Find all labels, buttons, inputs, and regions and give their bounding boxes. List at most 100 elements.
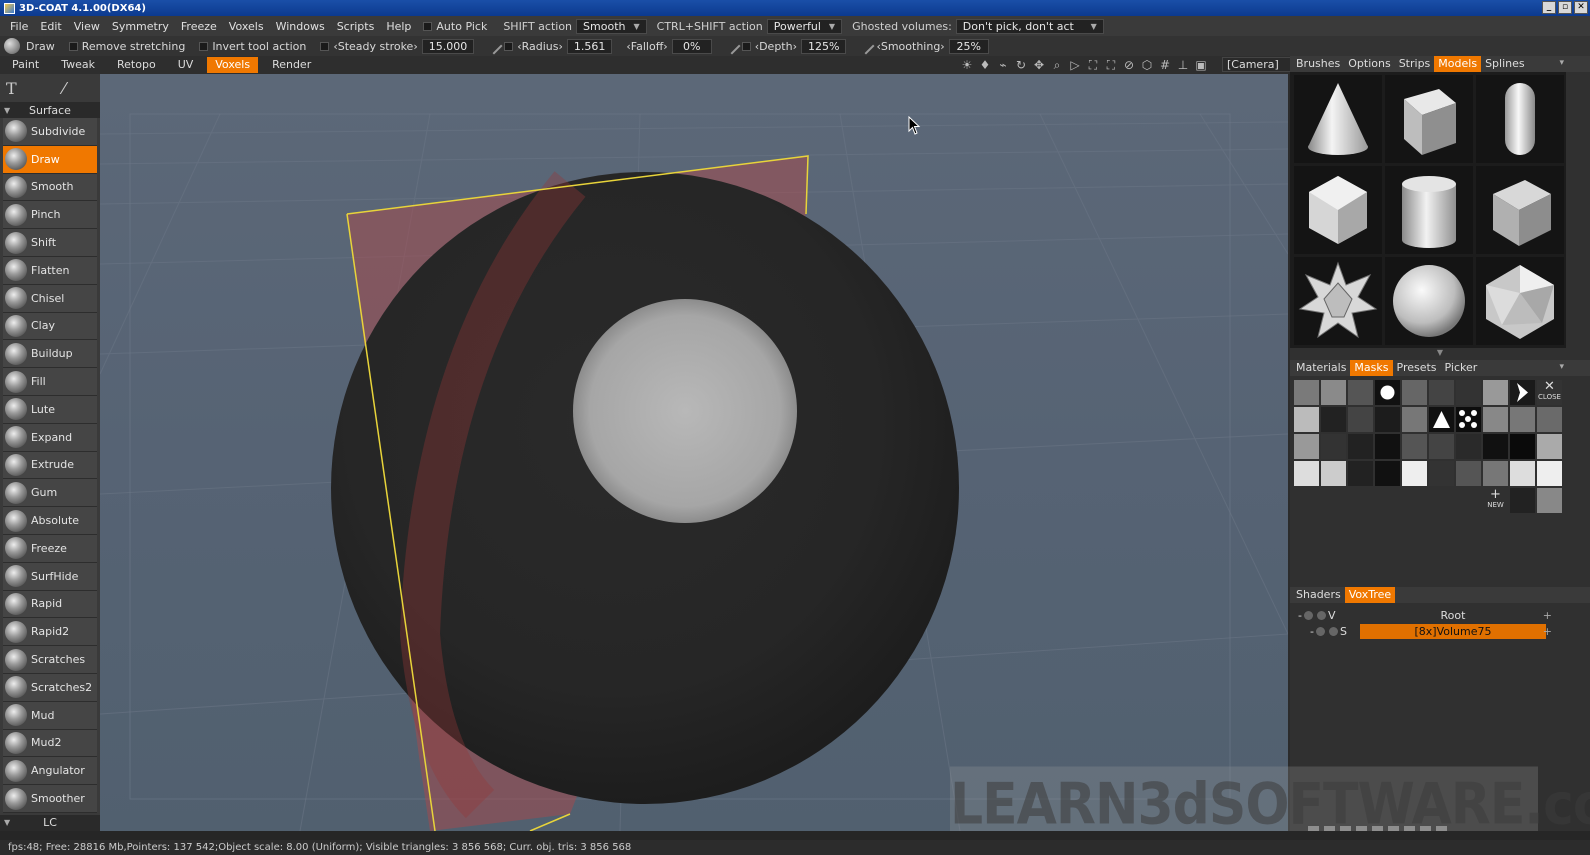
rotate-icon[interactable]: ↻: [1014, 58, 1028, 72]
remove-stretching-checkbox[interactable]: [68, 41, 78, 51]
smoothing-control[interactable]: ‹Smoothing› 25%: [857, 37, 989, 55]
tool-scratches2[interactable]: Scratches2: [3, 673, 97, 702]
ghost-icon[interactable]: [1328, 626, 1338, 636]
room-tab-uv[interactable]: UV: [170, 57, 202, 73]
tab-brushes[interactable]: Brushes: [1292, 56, 1344, 72]
model-hexagon-prism[interactable]: [1294, 166, 1382, 254]
pen-pressure-icon[interactable]: [857, 37, 875, 55]
lc-section-header[interactable]: ▼ LC: [0, 814, 100, 831]
tool-smooth[interactable]: Smooth: [3, 173, 97, 202]
mask-thumbnail[interactable]: [1429, 407, 1454, 432]
tool-freeze[interactable]: Freeze: [3, 534, 97, 563]
steady-stroke-control[interactable]: ‹Steady stroke› 15.000: [320, 38, 475, 54]
move-icon[interactable]: ✥: [1032, 58, 1046, 72]
mask-thumbnail[interactable]: [1402, 380, 1427, 405]
cube-icon[interactable]: ⬡: [1140, 58, 1154, 72]
menu-scripts[interactable]: Scripts: [331, 20, 381, 33]
mask-thumbnail[interactable]: [1537, 407, 1562, 432]
fullscreen-icon[interactable]: ▣: [1194, 58, 1208, 72]
mask-thumbnail[interactable]: [1429, 461, 1454, 486]
visibility-eye-icon[interactable]: [1315, 626, 1325, 636]
tool-pinch[interactable]: Pinch: [3, 201, 97, 230]
tool-surfhide[interactable]: SurfHide: [3, 562, 97, 591]
tab-presets[interactable]: Presets: [1393, 360, 1441, 376]
shift-action-dropdown[interactable]: Smooth ▼: [576, 18, 647, 34]
model-sphere[interactable]: [1385, 257, 1473, 345]
brush-icon[interactable]: ⌁: [996, 58, 1010, 72]
room-tab-paint[interactable]: Paint: [4, 57, 47, 73]
steady-stroke-checkbox[interactable]: [320, 41, 330, 51]
tool-lute[interactable]: Lute: [3, 395, 97, 424]
menu-file[interactable]: File: [4, 20, 34, 33]
zoom-icon[interactable]: ⌕: [1050, 58, 1064, 72]
ghosted-volumes-dropdown[interactable]: Don't pick, don't act ▼: [955, 18, 1104, 34]
grid-icon[interactable]: #: [1158, 58, 1172, 72]
mask-thumbnail[interactable]: [1537, 488, 1562, 513]
voxtree-row-volume[interactable]: - S [8x]Volume75 +: [1292, 623, 1588, 639]
mask-thumbnail[interactable]: [1537, 434, 1562, 459]
model-cube[interactable]: [1385, 75, 1473, 163]
menu-symmetry[interactable]: Symmetry: [106, 20, 175, 33]
model-cone[interactable]: [1294, 75, 1382, 163]
menu-freeze[interactable]: Freeze: [175, 20, 223, 33]
tool-rapid[interactable]: Rapid: [3, 590, 97, 619]
radius-value[interactable]: 1.561: [566, 38, 613, 54]
light-bulb-icon[interactable]: ♦: [978, 58, 992, 72]
mask-thumbnail[interactable]: [1348, 434, 1373, 459]
mask-thumbnail[interactable]: [1375, 380, 1400, 405]
mask-thumbnail[interactable]: [1321, 407, 1346, 432]
add-icon[interactable]: +: [1543, 625, 1552, 638]
mask-thumbnail[interactable]: [1375, 461, 1400, 486]
radius-checkbox[interactable]: [504, 41, 514, 51]
mask-thumbnail[interactable]: [1321, 461, 1346, 486]
mask-thumbnail[interactable]: [1429, 434, 1454, 459]
mask-thumbnail[interactable]: [1348, 461, 1373, 486]
radius-control[interactable]: ‹Radius› 1.561: [485, 37, 613, 55]
mask-thumbnail[interactable]: [1348, 380, 1373, 405]
tool-mud[interactable]: Mud: [3, 701, 97, 730]
pen-icon[interactable]: ⁄: [63, 79, 66, 98]
tool-expand[interactable]: Expand: [3, 423, 97, 452]
mask-thumbnail[interactable]: [1510, 380, 1535, 405]
tab-strips[interactable]: Strips: [1395, 56, 1435, 72]
depth-control[interactable]: ‹Depth› 125%: [723, 37, 847, 55]
close-window-button[interactable]: ✕: [1574, 1, 1588, 14]
mask-thumbnail[interactable]: [1456, 461, 1481, 486]
mask-thumbnail[interactable]: [1294, 461, 1319, 486]
mask-thumbnail[interactable]: [1456, 380, 1481, 405]
smoothing-value[interactable]: 25%: [948, 38, 989, 54]
mask-thumbnail[interactable]: [1510, 434, 1535, 459]
mask-thumbnail[interactable]: [1483, 461, 1508, 486]
mask-thumbnail[interactable]: [1456, 407, 1481, 432]
falloff-control[interactable]: ‹Falloff› 0%: [626, 38, 712, 54]
tool-buildup[interactable]: Buildup: [3, 340, 97, 369]
restore-button[interactable]: ▫: [1558, 1, 1572, 14]
tool-fill[interactable]: Fill: [3, 368, 97, 396]
tool-flatten[interactable]: Flatten: [3, 256, 97, 285]
new-mask-button[interactable]: + NEW: [1483, 488, 1508, 513]
play-icon[interactable]: ▷: [1068, 58, 1082, 72]
tab-materials[interactable]: Materials: [1292, 360, 1350, 376]
mask-thumbnail[interactable]: [1375, 434, 1400, 459]
mask-thumbnail[interactable]: [1321, 434, 1346, 459]
tab-models[interactable]: Models: [1434, 56, 1482, 72]
room-tab-voxels[interactable]: Voxels: [207, 57, 259, 73]
tool-rapid2[interactable]: Rapid2: [3, 618, 97, 647]
sun-light-icon[interactable]: ☀: [960, 58, 974, 72]
tool-draw[interactable]: Draw: [3, 145, 97, 174]
pen-pressure-icon[interactable]: [723, 37, 741, 55]
falloff-value[interactable]: 0%: [671, 38, 712, 54]
mask-thumbnail[interactable]: [1483, 434, 1508, 459]
scroll-more-icon[interactable]: ▼: [1290, 348, 1590, 360]
mask-thumbnail[interactable]: [1456, 434, 1481, 459]
auto-pick-checkbox[interactable]: [423, 21, 433, 31]
add-icon[interactable]: +: [1543, 609, 1552, 622]
model-rounded-cube[interactable]: [1476, 166, 1564, 254]
tab-splines[interactable]: Splines: [1481, 56, 1529, 72]
tab-masks[interactable]: Masks: [1350, 360, 1393, 376]
room-tab-retopo[interactable]: Retopo: [109, 57, 164, 73]
mask-thumbnail[interactable]: [1510, 461, 1535, 486]
mask-thumbnail[interactable]: [1510, 488, 1535, 513]
visibility-eye-icon[interactable]: [1303, 610, 1313, 620]
invert-tool-checkbox[interactable]: [199, 41, 209, 51]
